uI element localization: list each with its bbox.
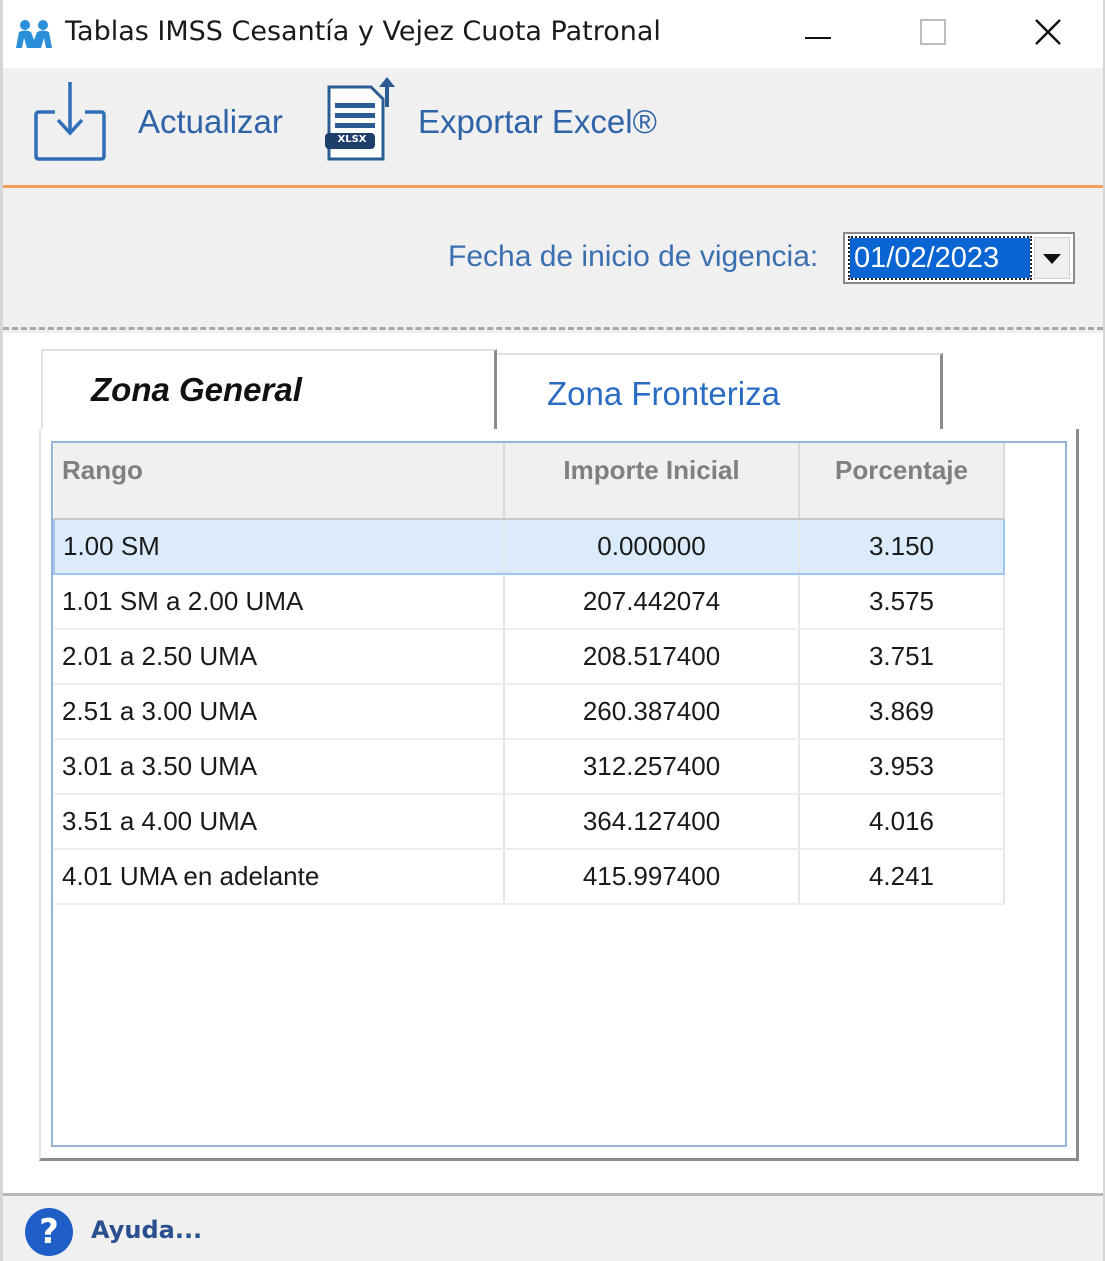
cell-importe: 0.000000 — [504, 518, 800, 575]
close-button[interactable] — [993, 0, 1103, 68]
cell-importe: 312.257400 — [504, 739, 800, 795]
actualizar-button[interactable]: Actualizar — [28, 73, 293, 173]
help-icon: ? — [25, 1208, 73, 1256]
column-header-porcentaje[interactable]: Porcentaje — [799, 443, 1005, 520]
fecha-vigencia-select[interactable]: 01/02/2023 — [843, 232, 1075, 284]
maximize-button[interactable] — [878, 0, 988, 68]
app-window: Tablas IMSS Cesantía y Vejez Cuota Patro… — [0, 0, 1105, 1261]
table-header-row: Rango Importe Inicial Porcentaje — [54, 443, 1005, 520]
cell-porcentaje: 4.241 — [799, 849, 1005, 905]
cell-importe: 415.997400 — [504, 849, 800, 905]
toolbar: Actualizar XLSX Exportar Excel® — [3, 68, 1103, 188]
dropdown-button[interactable] — [1034, 237, 1070, 279]
cell-rango: 2.01 a 2.50 UMA — [54, 629, 505, 685]
window-title: Tablas IMSS Cesantía y Vejez Cuota Patro… — [65, 16, 661, 47]
footer-bar: ? Ayuda... — [3, 1193, 1103, 1261]
exportar-excel-button[interactable]: XLSX Exportar Excel® — [318, 73, 668, 173]
tab-zona-general[interactable]: Zona General — [41, 349, 497, 433]
fecha-vigencia-value[interactable]: 01/02/2023 — [848, 236, 1032, 280]
cell-rango: 3.51 a 4.00 UMA — [54, 794, 505, 850]
download-tray-icon — [33, 76, 107, 166]
column-header-rango[interactable]: Rango — [54, 443, 505, 520]
cell-importe: 260.387400 — [504, 684, 800, 740]
title-bar[interactable]: Tablas IMSS Cesantía y Vejez Cuota Patro… — [3, 0, 1103, 68]
minimize-button[interactable] — [763, 0, 873, 68]
table-row[interactable]: 2.51 a 3.00 UMA 260.387400 3.869 — [54, 684, 1005, 740]
cell-porcentaje: 3.869 — [799, 684, 1005, 740]
cell-rango: 2.51 a 3.00 UMA — [54, 684, 505, 740]
cell-importe: 364.127400 — [504, 794, 800, 850]
tarifas-table: Rango Importe Inicial Porcentaje 1.00 SM… — [53, 443, 1005, 905]
cell-porcentaje: 3.575 — [799, 574, 1005, 630]
tab-panel: Rango Importe Inicial Porcentaje 1.00 SM… — [39, 429, 1079, 1161]
cell-rango: 1.00 SM — [53, 518, 505, 575]
table-row[interactable]: 4.01 UMA en adelante 415.997400 4.241 — [54, 849, 1005, 905]
cell-porcentaje: 3.751 — [799, 629, 1005, 685]
table-row[interactable]: 1.01 SM a 2.00 UMA 207.442074 3.575 — [54, 574, 1005, 630]
cell-importe: 207.442074 — [504, 574, 800, 630]
table-row[interactable]: 2.01 a 2.50 UMA 208.517400 3.751 — [54, 629, 1005, 685]
chevron-down-icon — [1043, 249, 1061, 268]
minimize-icon — [805, 25, 831, 44]
tab-zona-fronteriza[interactable]: Zona Fronteriza — [497, 353, 943, 429]
content-area: Zona General Zona Fronteriza Rango Impor… — [3, 333, 1103, 1193]
help-label: Ayuda... — [91, 1216, 203, 1244]
tab-zona-general-label: Zona General — [91, 371, 302, 408]
cell-porcentaje: 4.016 — [799, 794, 1005, 850]
xlsx-badge-label: XLSX — [337, 134, 367, 145]
table-row[interactable]: 1.00 SM 0.000000 3.150 — [53, 518, 1005, 575]
column-header-importe-inicial[interactable]: Importe Inicial — [504, 443, 800, 520]
cell-rango: 3.01 a 3.50 UMA — [54, 739, 505, 795]
maximize-icon — [920, 19, 946, 49]
table-row[interactable]: 3.51 a 4.00 UMA 364.127400 4.016 — [54, 794, 1005, 850]
tab-zona-fronteriza-label: Zona Fronteriza — [547, 375, 780, 412]
table-row[interactable]: 3.01 a 3.50 UMA 312.257400 3.953 — [54, 739, 1005, 795]
cell-importe: 208.517400 — [504, 629, 800, 685]
cell-porcentaje: 3.953 — [799, 739, 1005, 795]
xlsx-export-icon — [321, 73, 397, 169]
people-app-icon — [13, 18, 55, 50]
cell-rango: 1.01 SM a 2.00 UMA — [54, 574, 505, 630]
fecha-vigencia-label: Fecha de inicio de vigencia: — [448, 240, 819, 273]
help-button[interactable]: ? Ayuda... — [3, 1196, 223, 1261]
actualizar-label: Actualizar — [138, 103, 283, 140]
cell-rango: 4.01 UMA en adelante — [54, 849, 505, 905]
cell-porcentaje: 3.150 — [799, 518, 1005, 575]
close-icon — [1034, 18, 1062, 50]
date-filter-row: Fecha de inicio de vigencia: 01/02/2023 — [3, 190, 1103, 330]
data-grid[interactable]: Rango Importe Inicial Porcentaje 1.00 SM… — [51, 441, 1067, 1147]
exportar-excel-label: Exportar Excel® — [418, 103, 657, 140]
